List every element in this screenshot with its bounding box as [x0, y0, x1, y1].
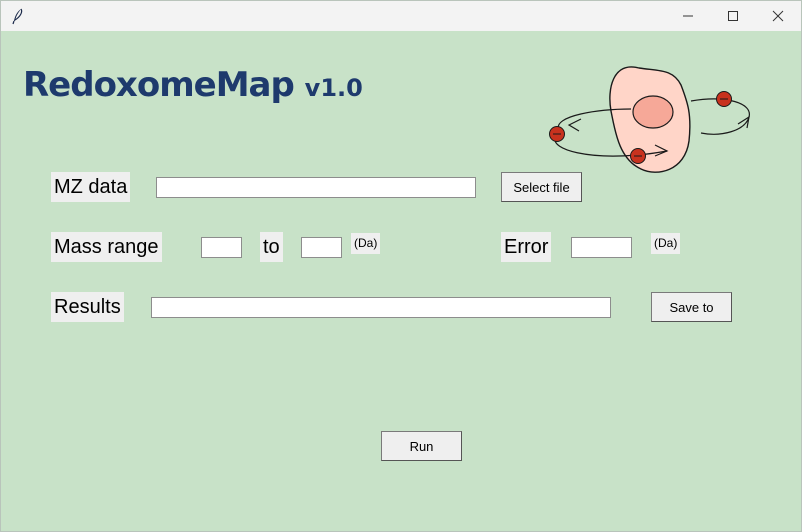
app-window: RedoxomeMap v1.0 MZ data Select file Mas…	[0, 0, 802, 532]
select-file-button[interactable]: Select file	[501, 172, 582, 202]
error-input[interactable]	[571, 237, 632, 258]
mass-from-input[interactable]	[201, 237, 242, 258]
mass-to-input[interactable]	[301, 237, 342, 258]
mz-data-label: MZ data	[51, 172, 131, 202]
app-title: RedoxomeMap v1.0	[23, 63, 363, 110]
maximize-icon	[728, 11, 738, 21]
mass-range-label: Mass range	[51, 232, 162, 262]
title-bar	[1, 1, 801, 31]
save-to-button[interactable]: Save to	[651, 292, 732, 322]
run-button[interactable]: Run	[381, 431, 462, 461]
app-version: v1.0	[304, 74, 363, 102]
feather-icon	[9, 7, 27, 25]
minimize-button[interactable]	[665, 1, 711, 31]
mz-data-input[interactable]	[156, 177, 476, 198]
close-button[interactable]	[755, 1, 801, 31]
cell-logo-icon	[549, 66, 750, 173]
app-name: RedoxomeMap	[23, 65, 295, 105]
error-label: Error	[501, 232, 552, 262]
to-label: to	[260, 232, 283, 262]
minimize-icon	[683, 15, 693, 17]
mass-unit-label: (Da)	[351, 233, 381, 254]
maximize-button[interactable]	[710, 1, 756, 31]
close-icon	[772, 10, 784, 22]
results-input[interactable]	[151, 297, 611, 318]
results-label: Results	[51, 292, 124, 322]
error-unit-label: (Da)	[651, 233, 681, 254]
